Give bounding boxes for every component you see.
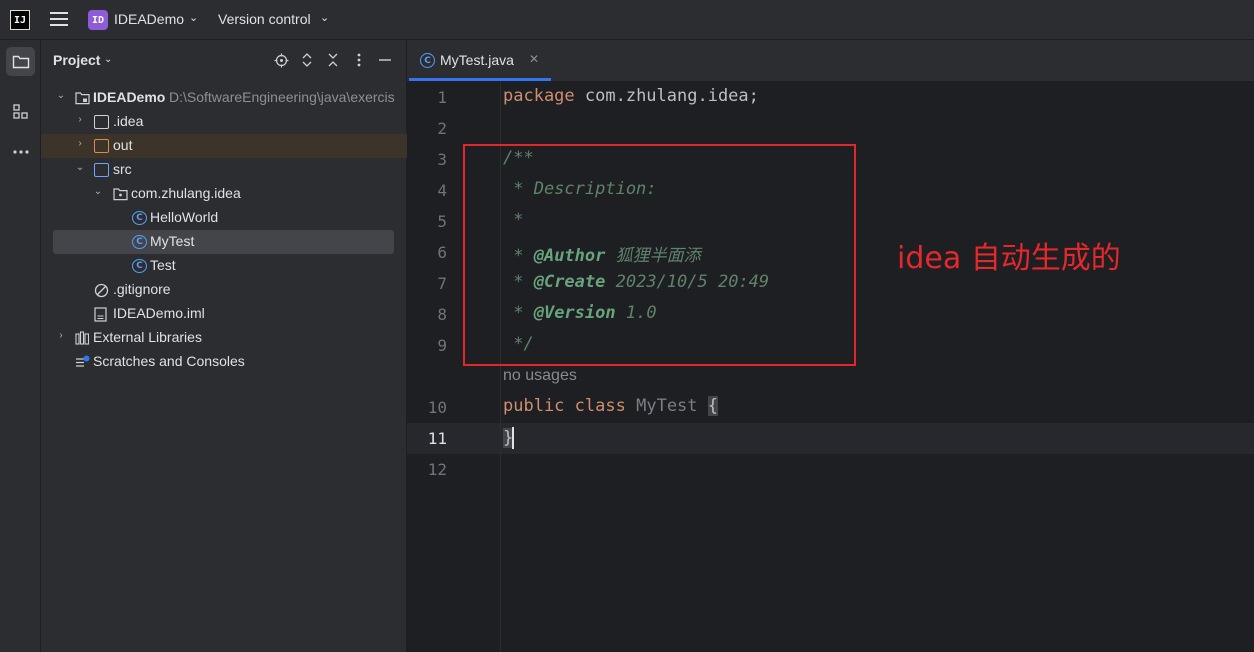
tree-item-label: .idea bbox=[113, 113, 144, 129]
tab-mytest-java[interactable]: C MyTest.java ✕ bbox=[407, 40, 551, 82]
tree-item-label: IDEADemo bbox=[93, 89, 166, 105]
tree-item-label: com.zhulang.idea bbox=[131, 185, 241, 201]
tree-item-src[interactable]: ⌄ src bbox=[41, 158, 407, 182]
tree-item-label: HelloWorld bbox=[150, 209, 219, 225]
tree-item-helloworld[interactable]: C HelloWorld bbox=[41, 206, 407, 230]
close-icon[interactable]: ✕ bbox=[529, 52, 539, 66]
line-number: 10 bbox=[427, 398, 447, 417]
locate-file-icon[interactable] bbox=[273, 52, 289, 68]
tree-item-label: src bbox=[113, 161, 132, 177]
hide-panel-icon[interactable] bbox=[377, 52, 393, 68]
tree-item-label: MyTest bbox=[150, 233, 195, 249]
package-icon bbox=[113, 187, 128, 201]
tree-item-label: IDEADemo.iml bbox=[113, 305, 205, 321]
line-number: 3 bbox=[437, 150, 447, 169]
line-number: 4 bbox=[437, 181, 447, 200]
line-number: 6 bbox=[437, 243, 447, 262]
chevron-down-icon[interactable]: ⌄ bbox=[320, 11, 329, 24]
java-class-icon: C bbox=[132, 235, 147, 249]
line-number: 9 bbox=[437, 336, 447, 355]
libraries-icon bbox=[75, 331, 90, 345]
more-icon bbox=[12, 149, 29, 154]
project-view-selector[interactable]: Project bbox=[53, 52, 100, 68]
project-panel-header: Project ⌄ bbox=[41, 40, 407, 82]
tree-item-package[interactable]: ⌄ com.zhulang.idea bbox=[41, 182, 407, 206]
chevron-right-icon[interactable]: › bbox=[74, 138, 86, 149]
line-number: 1 bbox=[437, 88, 447, 107]
annotation-box bbox=[463, 144, 856, 366]
line-number: 12 bbox=[427, 460, 447, 479]
line-number: 7 bbox=[437, 274, 447, 293]
version-control-menu[interactable]: Version control bbox=[218, 11, 311, 27]
tree-item-out[interactable]: › out bbox=[41, 134, 407, 158]
active-tab-indicator bbox=[409, 78, 551, 81]
tree-item-gitignore[interactable]: .gitignore bbox=[41, 278, 407, 302]
tree-item-scratches[interactable]: Scratches and Consoles bbox=[41, 350, 407, 374]
keyword: package bbox=[503, 86, 575, 106]
tree-item-external-libraries[interactable]: › External Libraries bbox=[41, 326, 407, 350]
collapse-all-icon[interactable] bbox=[325, 52, 341, 68]
text-caret bbox=[512, 427, 515, 449]
expand-all-icon[interactable] bbox=[299, 52, 315, 68]
code-line-10: public class MyTest { bbox=[503, 396, 719, 416]
code-text: com.zhulang.idea; bbox=[574, 86, 759, 106]
current-line-highlight bbox=[407, 423, 1254, 454]
project-tool-button[interactable] bbox=[6, 47, 35, 76]
tree-item-label: .gitignore bbox=[113, 281, 171, 297]
tree-item-mytest[interactable]: C MyTest bbox=[41, 230, 407, 254]
module-folder-icon bbox=[75, 91, 90, 105]
tool-window-strip bbox=[0, 40, 41, 652]
tree-item-label: External Libraries bbox=[93, 329, 202, 345]
tab-label: MyTest.java bbox=[440, 52, 514, 68]
java-class-icon: C bbox=[132, 211, 147, 225]
iml-file-icon bbox=[94, 307, 109, 322]
tree-item-label: out bbox=[113, 137, 133, 153]
tree-item-label: Scratches and Consoles bbox=[93, 353, 245, 369]
tree-item-test[interactable]: C Test bbox=[41, 254, 407, 278]
project-folder-icon bbox=[12, 55, 29, 68]
chevron-down-icon[interactable]: ⌄ bbox=[92, 186, 104, 197]
tree-item-iml[interactable]: IDEADemo.iml bbox=[41, 302, 407, 326]
main-menu-icon[interactable] bbox=[50, 12, 68, 26]
options-icon[interactable] bbox=[351, 52, 367, 68]
java-class-icon: C bbox=[420, 53, 435, 68]
chevron-right-icon[interactable]: › bbox=[74, 114, 86, 125]
java-class-icon: C bbox=[132, 259, 147, 273]
excluded-folder-icon bbox=[94, 139, 109, 153]
tree-item-idea[interactable]: › .idea bbox=[41, 110, 407, 134]
chevron-down-icon[interactable]: ⌄ bbox=[104, 54, 112, 65]
chevron-down-icon[interactable]: ⌄ bbox=[189, 11, 198, 24]
tree-item-ideademo[interactable]: ⌄ IDEADemo D:\SoftwareEngineering\java\e… bbox=[41, 86, 407, 110]
folder-icon bbox=[94, 115, 109, 129]
code-line-11: } bbox=[503, 427, 515, 449]
usages-inlay-hint[interactable]: no usages bbox=[503, 367, 577, 385]
project-badge-icon[interactable]: ID bbox=[88, 10, 108, 30]
structure-tool-button[interactable] bbox=[6, 97, 35, 126]
matched-brace: { bbox=[707, 396, 719, 416]
line-number-current: 11 bbox=[427, 429, 447, 448]
chevron-right-icon[interactable]: › bbox=[55, 330, 67, 341]
project-switcher[interactable]: IDEADemo bbox=[114, 11, 184, 27]
line-number: 5 bbox=[437, 212, 447, 231]
intellij-logo-icon[interactable]: IJ bbox=[10, 10, 30, 30]
project-panel: Project ⌄ ⌄ IDEADemo D:\SoftwareEngineer… bbox=[41, 40, 407, 652]
chevron-down-icon[interactable]: ⌄ bbox=[55, 90, 67, 101]
line-number: 2 bbox=[437, 119, 447, 138]
tree-item-label: Test bbox=[150, 257, 176, 273]
editor-tab-bar: C MyTest.java ✕ bbox=[407, 40, 1254, 82]
structure-icon bbox=[12, 103, 28, 119]
title-bar: IJ ID IDEADemo ⌄ Version control ⌄ bbox=[0, 0, 1254, 40]
module-path: D:\SoftwareEngineering\java\exercis bbox=[169, 89, 395, 105]
source-folder-icon bbox=[94, 163, 109, 177]
scratches-icon bbox=[75, 355, 90, 369]
ignore-file-icon bbox=[94, 283, 109, 298]
more-tools-button[interactable] bbox=[6, 137, 35, 166]
annotation-label: idea 自动生成的 bbox=[897, 241, 1121, 276]
chevron-down-icon[interactable]: ⌄ bbox=[74, 162, 86, 173]
line-number: 8 bbox=[437, 305, 447, 324]
code-line-1: package com.zhulang.idea; bbox=[503, 86, 759, 106]
